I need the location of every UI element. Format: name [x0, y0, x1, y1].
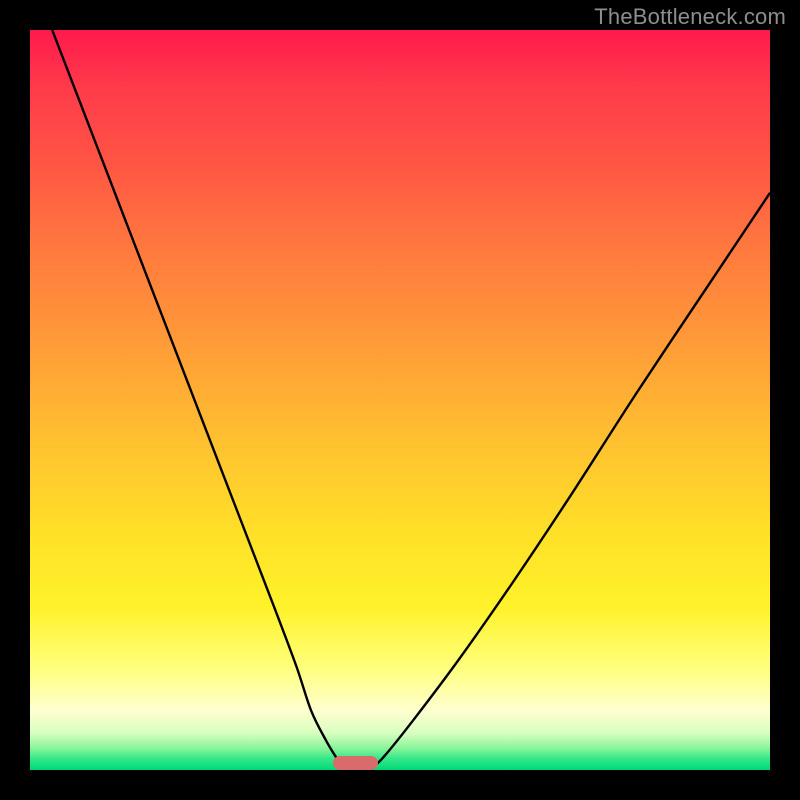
chart-frame: TheBottleneck.com: [0, 0, 800, 800]
chart-plot-area: [30, 30, 770, 770]
curve-right-branch: [370, 193, 770, 770]
curve-left-branch: [52, 30, 344, 770]
bottleneck-curve: [30, 30, 770, 770]
watermark-text: TheBottleneck.com: [594, 4, 786, 30]
optimal-range-marker: [333, 756, 377, 770]
